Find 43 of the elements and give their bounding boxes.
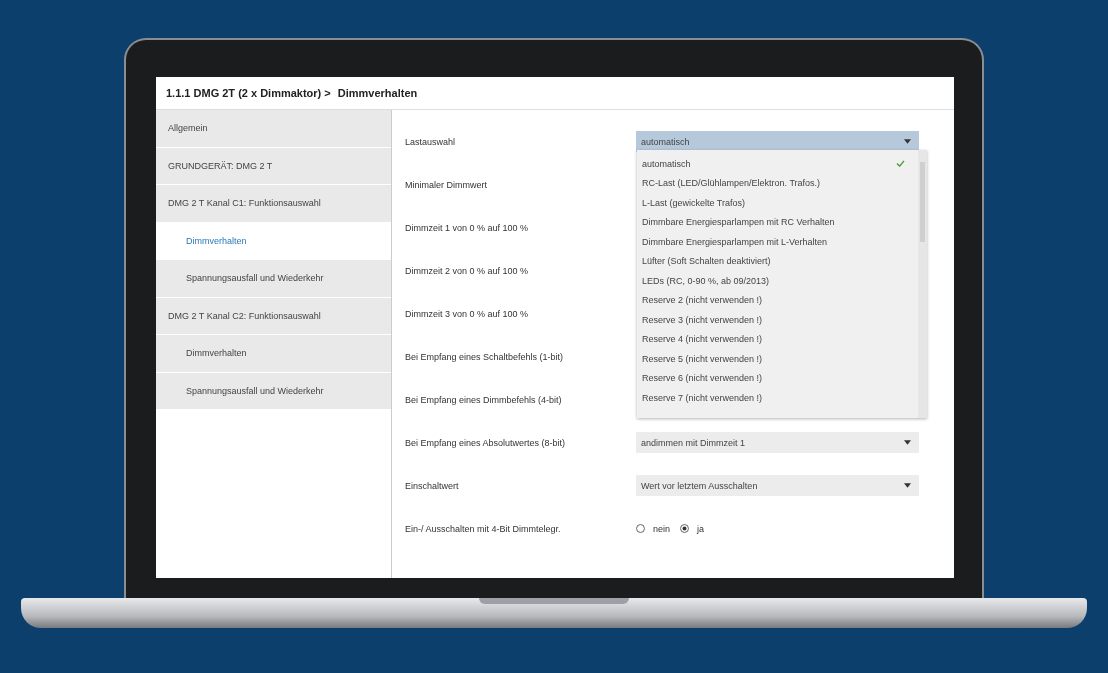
dropdown-option[interactable]: LEDs (RC, 0-90 %, ab 09/2013): [642, 271, 913, 291]
parameter-label: Bei Empfang eines Dimmbefehls (4-bit): [405, 394, 562, 405]
parameter-label: Einschaltwert: [405, 480, 459, 491]
sidebar-item[interactable]: GRUNDGERÄT: DMG 2 T: [156, 147, 391, 185]
dropdown[interactable]: automatisch: [636, 131, 919, 152]
parameter-label: Minimaler Dimmwert: [405, 179, 487, 190]
parameter-label: Dimmzeit 2 von 0 % auf 100 %: [405, 265, 529, 276]
dropdown-option[interactable]: Reserve 3 (nicht verwenden !): [642, 310, 913, 330]
sidebar-item[interactable]: Dimmverhalten: [156, 335, 391, 373]
radio-label: ja: [697, 523, 705, 534]
caret-icon: [904, 440, 911, 445]
dropdown-option[interactable]: Reserve 4 (nicht verwenden !): [642, 329, 913, 349]
parameter-label: Bei Empfang eines Schaltbefehls (1-bit): [405, 351, 564, 362]
sidebar-item[interactable]: Allgemein: [156, 110, 391, 148]
sidebar-item[interactable]: DMG 2 T Kanal C1: Funktionsauswahl: [156, 185, 391, 223]
parameter-label: Lastauswahl: [405, 136, 456, 147]
dropdown-option[interactable]: automatisch: [642, 154, 913, 174]
caret-icon: [904, 483, 911, 488]
sidebar-item[interactable]: Spannungsausfall und Wiederkehr: [156, 372, 391, 410]
parameter-label: Dimmzeit 1 von 0 % auf 100 %: [405, 222, 529, 233]
dropdown-option[interactable]: Dimmbare Energiesparlampen mit RC Verhalten: [642, 212, 913, 232]
dropdown-option[interactable]: RC-Last (LED/Glühlampen/Elektron. Trafos.): [642, 173, 913, 193]
dropdown-option[interactable]: Reserve 2 (nicht verwenden !): [642, 290, 913, 310]
caret-icon: [904, 139, 911, 144]
sidebar-item[interactable]: DMG 2 T Kanal C2: Funktionsauswahl: [156, 297, 391, 335]
dropdown[interactable]: Wert vor letztem Ausschalten: [636, 475, 919, 496]
dropdown[interactable]: andimmen mit Dimmzeit 1: [636, 432, 919, 453]
parameter-label: Dimmzeit 3 von 0 % auf 100 %: [405, 308, 529, 319]
dropdown-option[interactable]: Reserve 5 (nicht verwenden !): [642, 349, 913, 369]
breadcrumb-device: 1.1.1 DMG 2T (2 x Dimmaktor) >: [166, 87, 331, 99]
radio-label: nein: [653, 523, 670, 534]
dropdown-option[interactable]: Reserve 6 (nicht verwenden !): [642, 368, 913, 388]
parameter-label: Bei Empfang eines Absolutwertes (8-bit): [405, 437, 566, 448]
parameter-label: Ein-/ Ausschalten mit 4-Bit Dimmtelegr.: [405, 523, 561, 534]
dropdown-option[interactable]: Reserve 7 (nicht verwenden !): [642, 388, 913, 408]
radio-button[interactable]: [636, 524, 645, 533]
sidebar-item[interactable]: Spannungsausfall und Wiederkehr: [156, 260, 391, 298]
dropdown-option[interactable]: Lüfter (Soft Schalten deaktiviert): [642, 251, 913, 271]
dropdown-option[interactable]: L-Last (gewickelte Trafos): [642, 193, 913, 213]
scrollbar[interactable]: [918, 150, 927, 418]
breadcrumb-page: Dimmverhalten: [337, 87, 418, 99]
radio-button[interactable]: [680, 524, 689, 533]
dropdown-option[interactable]: Dimmbare Energiesparlampen mit L-Verhalten: [642, 232, 913, 252]
